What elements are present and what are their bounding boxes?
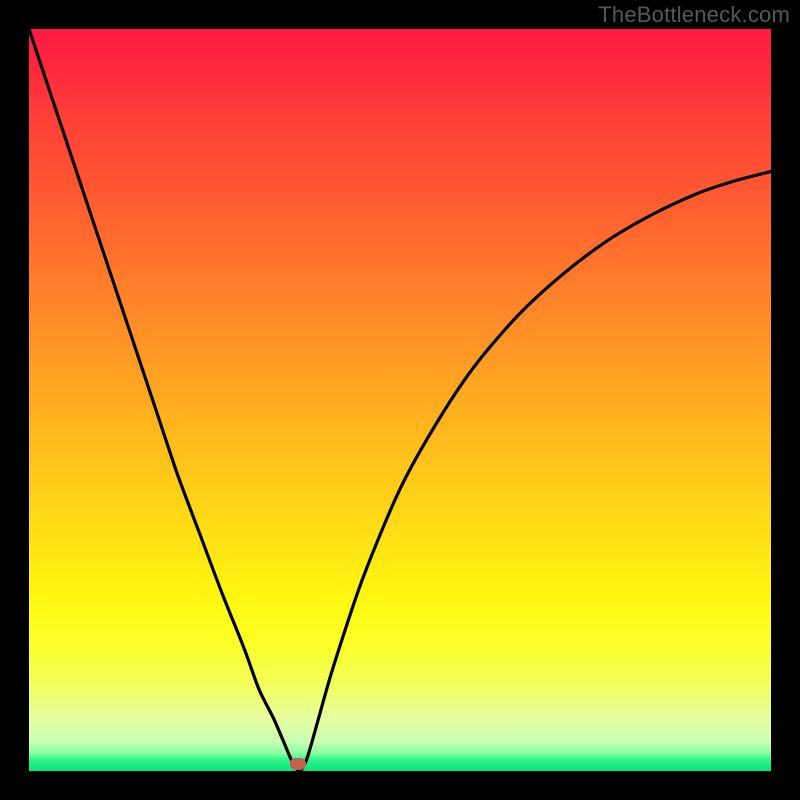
chart-frame: TheBottleneck.com: [0, 0, 800, 800]
watermark-text: TheBottleneck.com: [598, 2, 790, 28]
plot-area: [29, 29, 771, 771]
optimal-point-marker: [290, 758, 306, 770]
bottleneck-curve: [29, 29, 771, 771]
